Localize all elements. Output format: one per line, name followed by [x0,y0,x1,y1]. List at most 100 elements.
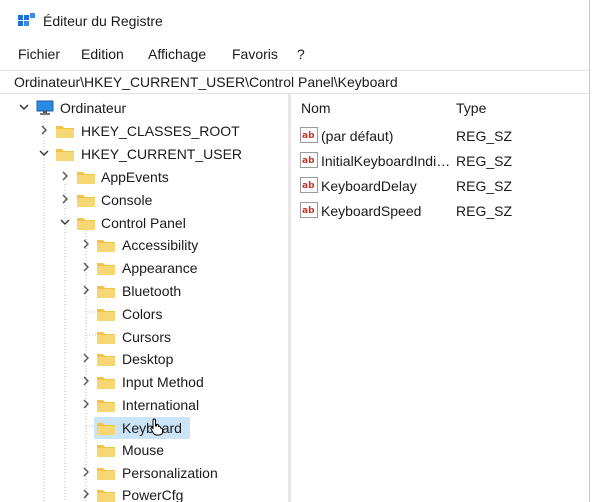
folder-icon [97,263,115,275]
tree-node-cursors[interactable]: Cursors [0,326,288,348]
folder-icon [56,126,74,138]
tree-node-console[interactable]: Console [0,189,288,211]
tree-node-colors[interactable]: Colors [0,303,288,325]
chevron-down-icon[interactable] [38,147,50,159]
tree-node-control-panel[interactable]: Control Panel [0,212,288,234]
tree-label: HKEY_CLASSES_ROOT [81,123,240,139]
tree-label: Ordinateur [60,100,127,116]
tree-label: Console [101,192,153,208]
tree-label: Control Panel [101,215,186,231]
chevron-right-icon[interactable] [80,261,92,273]
folder-icon [97,445,115,457]
tree-node-personalization[interactable]: Personalization [0,462,288,484]
address-bar[interactable]: Ordinateur\HKEY_CURRENT_USER\Control Pan… [0,70,589,94]
value-row[interactable]: ab (par défaut) REG_SZ [291,124,589,146]
chevron-right-icon[interactable] [80,488,92,500]
tree-node-bluetooth[interactable]: Bluetooth [0,280,288,302]
tree-label: Personalization [122,465,218,481]
value-row[interactable]: ab KeyboardDelay REG_SZ [291,174,589,196]
chevron-right-icon[interactable] [59,170,71,182]
value-row[interactable]: ab InitialKeyboardIndicators REG_SZ [291,149,589,171]
tree-label: PowerCfg [122,487,184,502]
chevron-right-icon[interactable] [38,124,50,136]
value-type: REG_SZ [456,128,513,144]
tree-node-computer[interactable]: Ordinateur [0,97,288,119]
chevron-right-icon[interactable] [80,284,92,296]
tree-node-hkcu[interactable]: HKEY_CURRENT_USER [0,143,288,165]
value-type: REG_SZ [456,153,513,169]
key-tree[interactable]: Ordinateur HKEY_CLASSES_ROOT HKEY_CURREN… [0,94,288,502]
tree-node-desktop[interactable]: Desktop [0,348,288,370]
computer-icon [36,100,54,115]
menu-fichier[interactable]: Fichier [18,46,60,62]
folder-icon [97,377,115,389]
tree-label: Input Method [122,374,204,390]
tree-node-hkcr[interactable]: HKEY_CLASSES_ROOT [0,120,288,142]
chevron-down-icon[interactable] [59,216,71,228]
menu-bar: Fichier Edition Affichage Favoris ? [0,44,589,64]
folder-icon [97,286,115,298]
tree-label: AppEvents [101,169,169,185]
tree-label: Mouse [122,442,165,458]
string-value-icon: ab [300,177,318,193]
folder-icon [77,172,95,184]
svg-text:ab: ab [302,131,315,141]
chevron-right-icon[interactable] [80,238,92,250]
value-name: (par défaut) [321,128,394,144]
window-title: Éditeur du Registre [43,13,163,29]
title-bar: Éditeur du Registre [0,0,589,40]
menu-affichage[interactable]: Affichage [148,46,206,62]
tree-node-keyboard[interactable]: Keyboard [0,417,288,439]
address-path[interactable]: Ordinateur\HKEY_CURRENT_USER\Control Pan… [14,74,398,90]
tree-node-mouse[interactable]: Mouse [0,439,288,461]
tree-label: Accessibility [122,237,199,253]
tree-label: Bluetooth [122,283,182,299]
svg-text:ab: ab [302,156,315,166]
value-row[interactable]: ab KeyboardSpeed REG_SZ [291,199,589,221]
value-type: REG_SZ [456,178,513,194]
menu-favoris[interactable]: Favoris [232,46,278,62]
tree-node-powercfg[interactable]: PowerCfg [0,484,288,502]
folder-icon [97,332,115,344]
folder-icon [56,149,74,161]
menu-help[interactable]: ? [297,46,305,62]
string-value-icon: ab [300,152,318,168]
hand-cursor-icon [150,418,163,436]
chevron-right-icon[interactable] [80,352,92,364]
menu-edition[interactable]: Edition [81,46,124,62]
chevron-right-icon[interactable] [80,466,92,478]
values-list[interactable]: Nom Type ab (par défaut) REG_SZ ab Initi… [291,94,589,502]
chevron-right-icon[interactable] [80,398,92,410]
folder-icon [97,309,115,321]
folder-icon [97,468,115,480]
tree-label: Cursors [122,329,172,345]
tree-node-input-method[interactable]: Input Method [0,371,288,393]
folder-icon [97,490,115,502]
folder-icon [77,195,95,207]
tree-label: HKEY_CURRENT_USER [81,146,243,162]
chevron-right-icon[interactable] [59,193,71,205]
tree-label: Colors [122,306,163,322]
tree-node-accessibility[interactable]: Accessibility [0,234,288,256]
tree-label: Desktop [122,351,174,367]
registry-editor-window: Éditeur du Registre Fichier Edition Affi… [0,0,590,502]
string-value-icon: ab [300,202,318,218]
folder-icon [97,240,115,252]
value-name: KeyboardSpeed [321,203,422,219]
column-header-name[interactable]: Nom [301,100,331,116]
tree-label: Appearance [122,260,198,276]
tree-node-appearance[interactable]: Appearance [0,257,288,279]
tree-node-appevents[interactable]: AppEvents [0,166,288,188]
tree-label: International [122,397,200,413]
folder-icon [97,423,115,435]
chevron-down-icon[interactable] [18,101,30,113]
value-type: REG_SZ [456,203,513,219]
column-header-type[interactable]: Type [456,100,486,116]
chevron-right-icon[interactable] [80,375,92,387]
registry-editor-icon [18,13,35,26]
tree-node-international[interactable]: International [0,394,288,416]
svg-text:ab: ab [302,181,315,191]
value-name: InitialKeyboardIndicators [321,153,451,169]
string-value-icon: ab [300,127,318,143]
svg-text:ab: ab [302,206,315,216]
